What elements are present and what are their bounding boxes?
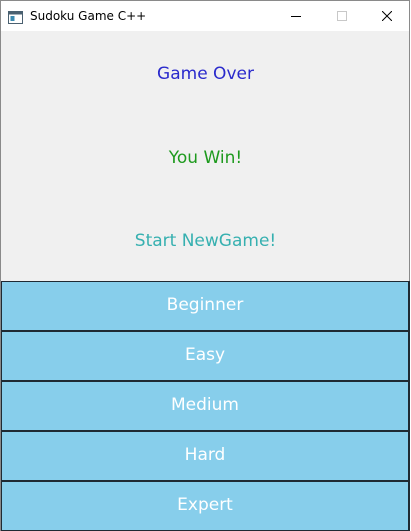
close-button[interactable] — [364, 1, 410, 31]
you-win-label: You Win! — [168, 148, 243, 168]
maximize-button — [319, 1, 365, 31]
close-icon — [382, 11, 392, 21]
maximize-icon — [337, 11, 347, 21]
result-panel: Game Over You Win! Start NewGame! — [1, 31, 409, 280]
minimize-button[interactable] — [273, 1, 319, 31]
start-new-game-label: Start NewGame! — [134, 231, 277, 251]
expert-button[interactable]: Expert — [1, 481, 410, 531]
app-window: Sudoku Game C++ Game Over You Win! Start… — [0, 0, 410, 531]
title-bar[interactable]: Sudoku Game C++ — [1, 1, 409, 31]
difficulty-list: Beginner Easy Medium Hard Expert — [1, 281, 410, 531]
easy-button[interactable]: Easy — [1, 331, 410, 381]
window-title: Sudoku Game C++ — [30, 9, 147, 23]
app-icon — [8, 9, 23, 24]
hard-button[interactable]: Hard — [1, 431, 410, 481]
game-over-label: Game Over — [157, 64, 254, 84]
beginner-button[interactable]: Beginner — [1, 281, 410, 331]
minimize-icon — [291, 16, 301, 17]
medium-button[interactable]: Medium — [1, 381, 410, 431]
